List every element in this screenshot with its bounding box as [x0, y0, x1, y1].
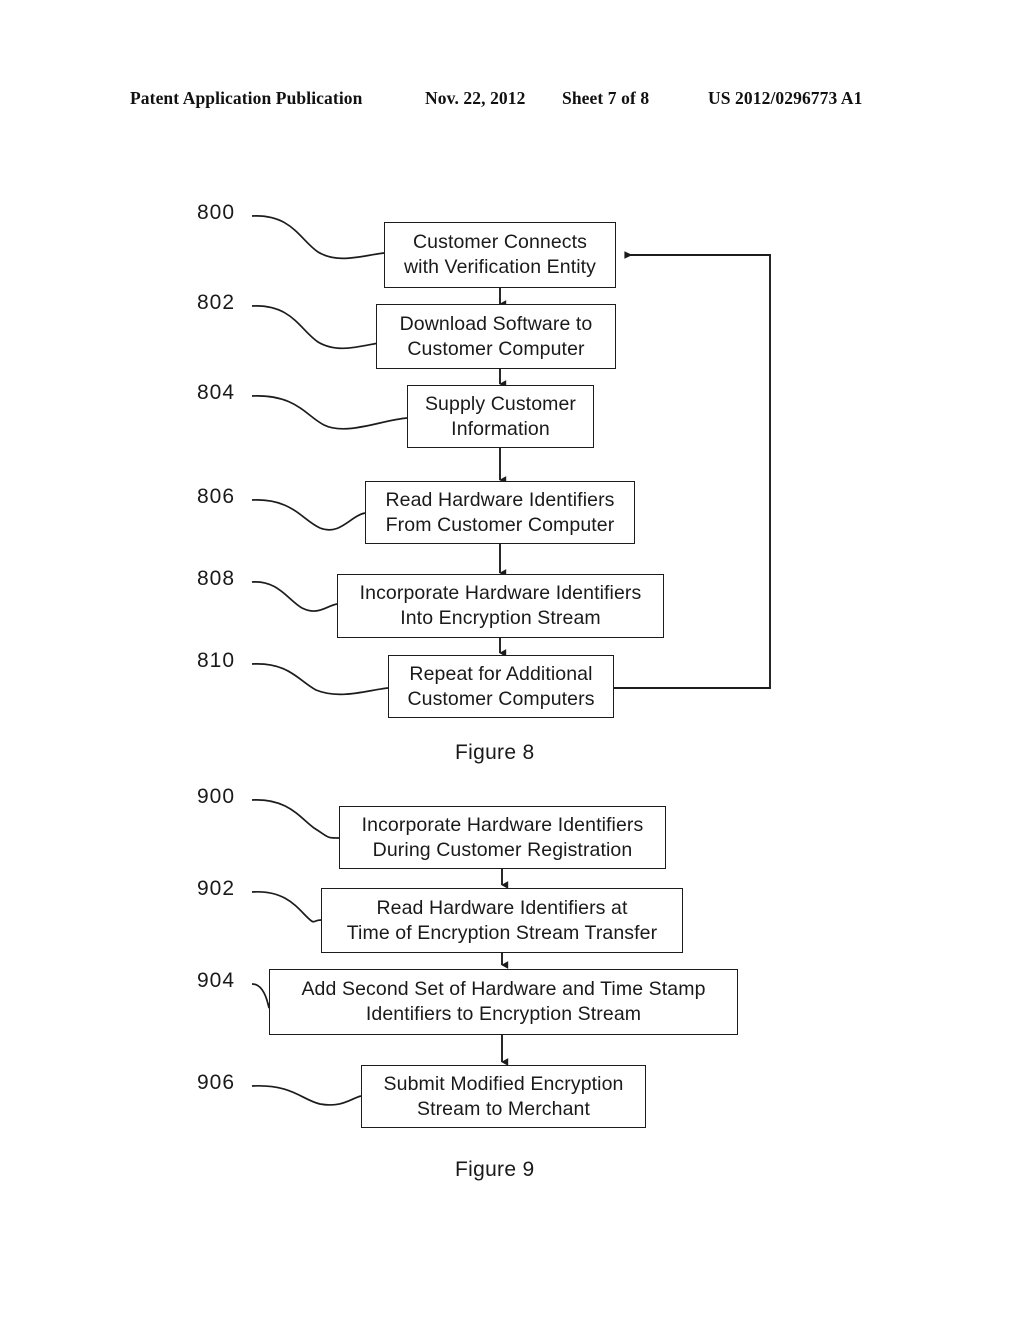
flow-node-904[interactable]: Add Second Set of Hardware and Time Stam…: [269, 969, 738, 1035]
ref-numeral-900: 900: [197, 785, 236, 808]
ref-numeral-902: 902: [197, 877, 236, 900]
flow-node-902-line2: Time of Encryption Stream Transfer: [346, 921, 658, 944]
leader-810: [251, 663, 389, 696]
flow-node-900[interactable]: Incorporate Hardware Identifiers During …: [339, 806, 666, 869]
flow-node-906[interactable]: Submit Modified Encryption Stream to Mer…: [361, 1065, 646, 1128]
flow-node-800-line2: with Verification Entity: [403, 256, 597, 278]
flow-node-804-line1: Supply Customer: [424, 392, 577, 415]
flow-node-808[interactable]: Incorporate Hardware Identifiers Into En…: [337, 574, 664, 638]
flow-node-808-line2: Into Encryption Stream: [400, 607, 601, 629]
leader-802: [251, 305, 385, 350]
ref-numeral-804: 804: [197, 381, 236, 404]
leader-904: [251, 983, 270, 1009]
leader-800: [251, 215, 385, 260]
flow-node-800-line1: Customer Connects: [412, 231, 588, 253]
flow-node-802-line1: Download Software to: [399, 312, 593, 335]
flow-node-906-line2: Stream to Merchant: [416, 1097, 591, 1120]
ref-numeral-808: 808: [197, 567, 236, 590]
leader-806: [251, 499, 366, 531]
flow-node-810-line1: Repeat for Additional: [409, 662, 593, 685]
figure-9-caption: Figure 9: [455, 1158, 535, 1181]
figure-8-caption: Figure 8: [455, 741, 535, 764]
leader-808: [251, 581, 338, 612]
leader-804: [251, 395, 408, 430]
flow-node-904-line1: Add Second Set of Hardware and Time Stam…: [301, 978, 706, 1000]
ref-numeral-906: 906: [197, 1071, 236, 1094]
flow-node-900-line1: Incorporate Hardware Identifiers: [361, 813, 644, 836]
flow-node-804-line2: Information: [451, 417, 550, 440]
flow-node-806-line1: Read Hardware Identifiers: [385, 488, 615, 511]
ref-numeral-810: 810: [197, 649, 236, 672]
flow-node-806[interactable]: Read Hardware Identifiers From Customer …: [365, 481, 635, 544]
ref-numeral-802: 802: [197, 291, 236, 314]
leader-900: [251, 799, 340, 839]
flow-node-904-line2: Identifiers to Encryption Stream: [365, 1003, 642, 1025]
leader-902: [251, 891, 322, 923]
flow-node-802-line2: Customer Computer: [407, 337, 585, 360]
flow-node-808-line1: Incorporate Hardware Identifiers: [359, 582, 642, 604]
flow-node-902[interactable]: Read Hardware Identifiers at Time of Enc…: [321, 888, 683, 953]
flow-node-906-line1: Submit Modified Encryption: [383, 1072, 624, 1095]
drawing-sheet: Customer Connects with Verification Enti…: [0, 0, 1024, 1320]
flow-node-802[interactable]: Download Software to Customer Computer: [376, 304, 616, 369]
flow-node-810[interactable]: Repeat for Additional Customer Computers: [388, 655, 614, 718]
flow-node-806-line2: From Customer Computer: [385, 513, 615, 536]
flow-node-810-line2: Customer Computers: [407, 687, 595, 710]
flow-node-804[interactable]: Supply Customer Information: [407, 385, 594, 448]
ref-numeral-806: 806: [197, 485, 236, 508]
ref-numeral-904: 904: [197, 969, 236, 992]
flow-node-900-line2: During Customer Registration: [372, 838, 633, 861]
ref-numeral-800: 800: [197, 201, 236, 224]
flow-node-902-line1: Read Hardware Identifiers at: [376, 896, 628, 919]
flow-node-800[interactable]: Customer Connects with Verification Enti…: [384, 222, 616, 288]
leader-906: [251, 1085, 362, 1106]
